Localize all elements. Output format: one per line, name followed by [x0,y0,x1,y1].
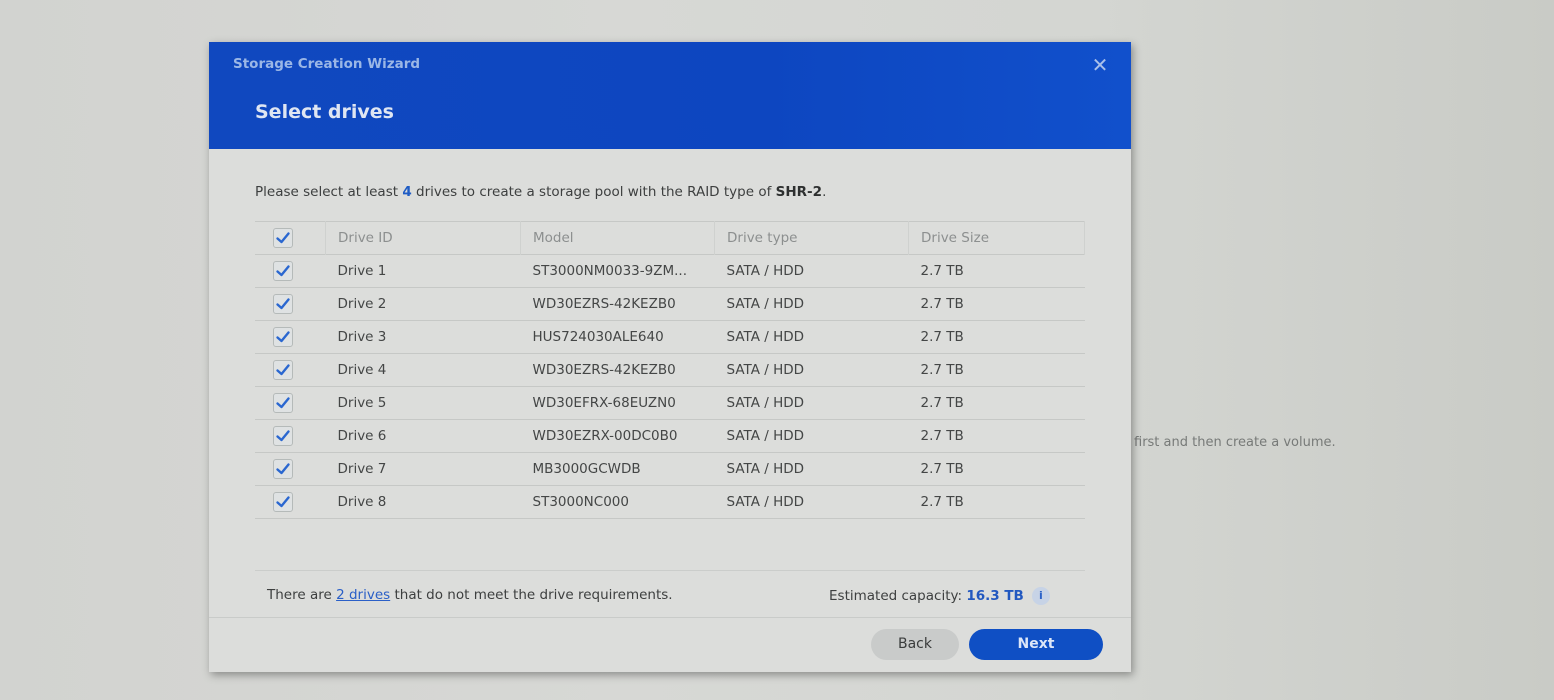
drive-id: Drive 7 [325,452,521,486]
drive-model: WD30EZRX-00DC0B0 [520,419,715,453]
drive-type: SATA / HDD [714,320,909,354]
drive-id: Drive 5 [325,386,521,420]
checkmark-icon [276,463,290,475]
drive-size: 2.7 TB [908,287,1085,321]
drive-model: WD30EFRX-68EUZN0 [520,386,715,420]
drive-checkbox[interactable] [273,327,293,347]
drive-model: ST3000NC000 [520,485,715,519]
wizard-title: Storage Creation Wizard [233,56,421,72]
drive-id: Drive 1 [325,254,521,288]
min-drives-count: 4 [402,184,412,200]
row-checkbox-cell [255,386,326,420]
drive-id: Drive 4 [325,353,521,387]
checkmark-icon [276,232,290,244]
drive-size: 2.7 TB [908,485,1085,519]
ineligible-drives-link[interactable]: 2 drives [336,587,390,603]
instruction-text: Please select at least 4 drives to creat… [255,184,827,200]
drive-id: Drive 3 [325,320,521,354]
drive-row[interactable]: Drive 2 WD30EZRS-42KEZB0 SATA / HDD 2.7 TB [255,287,1085,321]
next-button[interactable]: Next [969,629,1103,660]
drive-size: 2.7 TB [908,452,1085,486]
table-footer-divider [255,570,1085,571]
drive-id: Drive 8 [325,485,521,519]
drive-model: ST3000NM0033-9ZM... [520,254,715,288]
drive-type: SATA / HDD [714,287,909,321]
checkmark-icon [276,265,290,277]
drive-checkbox[interactable] [273,459,293,479]
step-title: Select drives [255,101,394,123]
checkmark-icon [276,364,290,376]
background-hint-text: first and then create a volume. [1134,435,1336,450]
drive-requirement-warning: There are 2 drives that do not meet the … [267,587,673,603]
drive-size: 2.7 TB [908,353,1085,387]
drive-checkbox[interactable] [273,393,293,413]
storage-creation-wizard-dialog: Storage Creation Wizard Select drives ✕ … [209,42,1131,672]
drive-model: WD30EZRS-42KEZB0 [520,353,715,387]
dialog-header: Storage Creation Wizard Select drives ✕ [209,42,1131,149]
drive-size: 2.7 TB [908,320,1085,354]
drive-id: Drive 2 [325,287,521,321]
column-header-drive-size[interactable]: Drive Size [908,221,1085,255]
drive-type: SATA / HDD [714,254,909,288]
drives-table: Drive ID Model Drive type Drive Size Dri… [255,221,1085,519]
drive-row[interactable]: Drive 6 WD30EZRX-00DC0B0 SATA / HDD 2.7 TB [255,419,1085,453]
drive-row[interactable]: Drive 4 WD30EZRS-42KEZB0 SATA / HDD 2.7 TB [255,353,1085,387]
checkmark-icon [276,430,290,442]
drive-row[interactable]: Drive 1 ST3000NM0033-9ZM... SATA / HDD 2.7 … [255,254,1085,288]
button-bar-divider [209,617,1131,618]
drive-row[interactable]: Drive 7 MB3000GCWDB SATA / HDD 2.7 TB [255,452,1085,486]
drive-checkbox[interactable] [273,294,293,314]
row-checkbox-cell [255,320,326,354]
drive-row[interactable]: Drive 3 HUS724030ALE640 SATA / HDD 2.7 TB [255,320,1085,354]
drive-type: SATA / HDD [714,419,909,453]
raid-type: SHR-2 [775,184,823,200]
row-checkbox-cell [255,419,326,453]
drive-size: 2.7 TB [908,419,1085,453]
drive-checkbox[interactable] [273,492,293,512]
close-icon[interactable]: ✕ [1091,55,1109,75]
checkmark-icon [276,298,290,310]
drive-checkbox[interactable] [273,261,293,281]
drive-model: HUS724030ALE640 [520,320,715,354]
drive-row[interactable]: Drive 5 WD30EFRX-68EUZN0 SATA / HDD 2.7 TB [255,386,1085,420]
drive-type: SATA / HDD [714,353,909,387]
select-all-checkbox[interactable] [273,228,293,248]
checkmark-icon [276,496,290,508]
table-header-row: Drive ID Model Drive type Drive Size [255,221,1085,255]
estimated-capacity: Estimated capacity: 16.3 TB i [829,587,1050,605]
drive-type: SATA / HDD [714,386,909,420]
drive-checkbox[interactable] [273,360,293,380]
row-checkbox-cell [255,452,326,486]
column-header-drive-id[interactable]: Drive ID [325,221,521,255]
column-header-model[interactable]: Model [520,221,715,255]
drive-type: SATA / HDD [714,485,909,519]
drive-id: Drive 6 [325,419,521,453]
drive-row[interactable]: Drive 8 ST3000NC000 SATA / HDD 2.7 TB [255,485,1085,519]
select-all-cell [255,221,326,255]
row-checkbox-cell [255,254,326,288]
capacity-value: 16.3 TB [966,588,1024,604]
column-header-drive-type[interactable]: Drive type [714,221,909,255]
drive-type: SATA / HDD [714,452,909,486]
checkmark-icon [276,397,290,409]
row-checkbox-cell [255,287,326,321]
row-checkbox-cell [255,485,326,519]
drive-model: WD30EZRS-42KEZB0 [520,287,715,321]
drive-size: 2.7 TB [908,386,1085,420]
drive-checkbox[interactable] [273,426,293,446]
back-button[interactable]: Back [871,629,959,660]
drive-model: MB3000GCWDB [520,452,715,486]
info-icon[interactable]: i [1031,587,1050,605]
checkmark-icon [276,331,290,343]
drive-size: 2.7 TB [908,254,1085,288]
row-checkbox-cell [255,353,326,387]
